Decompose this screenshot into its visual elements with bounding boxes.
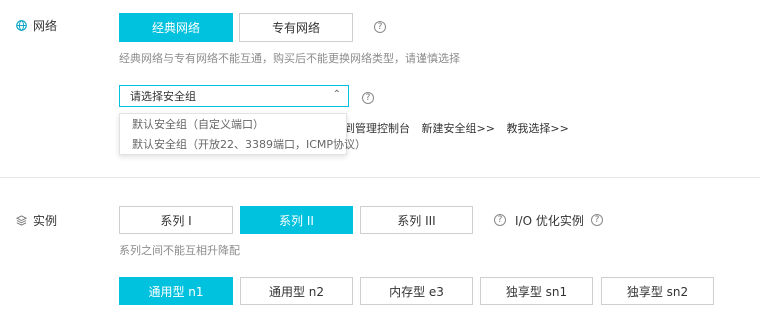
network-option-classic[interactable]: 经典网络 — [119, 13, 233, 42]
type-option-n1[interactable]: 通用型 n1 — [119, 277, 233, 305]
section-divider — [0, 177, 760, 178]
new-security-group-link[interactable]: 新建安全组>> — [422, 122, 495, 135]
type-option-sn2[interactable]: 独享型 sn2 — [601, 277, 714, 305]
question-circle-icon[interactable]: ? — [362, 92, 374, 104]
security-group-select[interactable]: 请选择安全组 ⌃ — [119, 85, 349, 107]
security-group-placeholder: 请选择安全组 — [130, 90, 196, 103]
chevron-up-icon: ⌃ — [332, 89, 341, 100]
console-text: 到管理控制台 — [344, 122, 410, 135]
network-section-label: 网络 — [16, 17, 57, 34]
security-group-dropdown: 默认安全组（自定义端口） 默认安全组（开放22、3389端口，ICMP协议） — [119, 113, 366, 155]
series-option-3[interactable]: 系列 III — [360, 206, 473, 234]
dropdown-item[interactable]: 默认安全组（自定义端口） — [120, 114, 346, 134]
type-option-n2[interactable]: 通用型 n2 — [240, 277, 353, 305]
io-optimized-label: I/O 优化实例 — [515, 214, 584, 228]
network-hint: 经典网络与专有网络不能互通，购买后不能更换网络类型，请谨慎选择 — [119, 52, 460, 65]
teach-me-link[interactable]: 教我选择>> — [506, 122, 568, 135]
question-circle-icon[interactable]: ? — [591, 214, 603, 226]
question-circle-icon[interactable]: ? — [494, 214, 506, 226]
instance-label: 实例 — [33, 214, 58, 228]
globe-icon — [16, 20, 27, 31]
security-group-links: 到管理控制台 新建安全组>> 教我选择>> — [344, 120, 577, 136]
question-circle-icon[interactable]: ? — [374, 21, 386, 33]
type-option-sn1[interactable]: 独享型 sn1 — [480, 277, 593, 305]
dropdown-item[interactable]: 默认安全组（开放22、3389端口，ICMP协议） — [120, 134, 366, 154]
series-hint: 系列之间不能互相升降配 — [119, 244, 240, 257]
series-option-1[interactable]: 系列 I — [119, 206, 233, 234]
instance-section-label: 实例 — [16, 212, 57, 229]
series-option-2[interactable]: 系列 II — [240, 206, 353, 234]
layers-icon — [16, 215, 27, 226]
network-option-vpc[interactable]: 专有网络 — [239, 13, 353, 42]
network-label: 网络 — [33, 19, 58, 33]
type-option-e3[interactable]: 内存型 e3 — [360, 277, 473, 305]
